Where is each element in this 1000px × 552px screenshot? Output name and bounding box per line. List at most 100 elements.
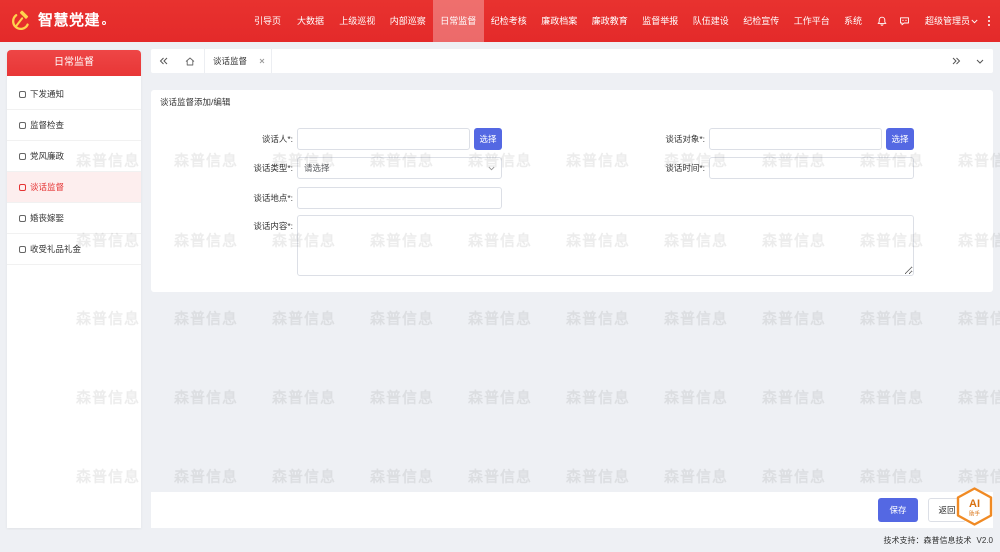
form-action-bar: 保存 返回 <box>151 492 993 528</box>
ai-badge-title: AI <box>969 498 980 510</box>
footer-text: 技术支持：森普信息技术 V2.0 <box>884 530 993 552</box>
nav-item-team-building[interactable]: 队伍建设 <box>686 0 737 42</box>
tab-label: 谈话监督 <box>213 56 248 66</box>
talk-time-label: 谈话时间*: <box>665 163 705 173</box>
watermark-text: 森普信息 <box>663 310 729 328</box>
talk-type-label: 谈话类型*: <box>253 163 293 173</box>
tech-support-text: 技术支持：森普信息技术 <box>883 536 972 545</box>
nav-item-work-platform[interactable]: 工作平台 <box>787 0 838 42</box>
sidebar-item-label: 监督检查 <box>30 120 65 130</box>
party-emblem-icon <box>12 10 29 30</box>
nav-item-system[interactable]: 系统 <box>837 0 869 42</box>
home-icon <box>185 57 195 65</box>
square-outline-icon <box>19 245 26 253</box>
tab-bar: 谈话监督 <box>151 49 993 73</box>
watermark-text: 森普信息 <box>958 310 1000 328</box>
watermark-text: 森普信息 <box>859 468 925 486</box>
watermark-text: 森普信息 <box>565 389 631 407</box>
top-navbar: 智慧党建 引导页 大数据 上级巡视 内部巡察 日常监督 纪检考核 廉政档案 廉政… <box>0 0 1000 42</box>
talker-label: 谈话人*: <box>261 134 293 144</box>
bell-icon[interactable] <box>877 16 887 26</box>
square-outline-icon <box>19 121 26 129</box>
watermark-text: 森普信息 <box>173 468 239 486</box>
nav-item-integrity-archive[interactable]: 廉政档案 <box>534 0 585 42</box>
watermark-text: 森普信息 <box>761 389 827 407</box>
version-text: V2.0 <box>976 536 993 545</box>
more-vertical-icon[interactable] <box>987 15 991 27</box>
talk-place-input[interactable] <box>297 187 502 209</box>
watermark-text: 森普信息 <box>859 389 925 407</box>
talker-input[interactable] <box>297 128 470 150</box>
user-name[interactable]: 超级管理员 <box>925 0 970 42</box>
watermark-text: 森普信息 <box>565 468 631 486</box>
double-chevron-right-icon <box>952 57 960 65</box>
sidebar-item-talk-supervision[interactable]: 谈话监督 <box>7 172 141 203</box>
watermark-text: 森普信息 <box>761 310 827 328</box>
watermark-text: 森普信息 <box>663 468 729 486</box>
select-placeholder: 请选择 <box>304 163 330 173</box>
chevron-down-icon <box>488 166 495 171</box>
close-icon[interactable] <box>259 58 265 64</box>
watermark-text: 森普信息 <box>467 310 533 328</box>
sidebar-item-label: 收受礼品礼金 <box>30 244 82 254</box>
talk-target-select-button[interactable]: 选择 <box>886 128 914 150</box>
footer: 技术支持：森普信息技术 V2.0 <box>0 530 1000 552</box>
sidebar-menu: 下发通知 监督检查 党风廉政 谈话监督 婚丧嫁娶 收受礼品礼金 <box>7 79 141 265</box>
square-outline-icon <box>19 183 26 191</box>
watermark-text: 森普信息 <box>565 310 631 328</box>
chat-icon[interactable] <box>899 16 910 26</box>
ai-assistant-badge[interactable]: AI 助手 <box>956 487 993 526</box>
scroll-tabs-right-button[interactable] <box>949 49 963 73</box>
sidebar-item-issue-notice[interactable]: 下发通知 <box>7 79 141 110</box>
sidebar-item-gifts-received[interactable]: 收受礼品礼金 <box>7 234 141 265</box>
talk-type-select[interactable]: 请选择 <box>297 157 502 179</box>
watermark-text: 森普信息 <box>958 468 1000 486</box>
tab-talk-supervision[interactable]: 谈话监督 <box>204 49 272 73</box>
nav-item-internal-inspection[interactable]: 内部巡察 <box>383 0 434 42</box>
watermark-text: 森普信息 <box>271 389 337 407</box>
ai-badge-subtitle: 助手 <box>969 510 981 518</box>
talk-place-label: 谈话地点*: <box>253 193 293 203</box>
talk-content-label: 谈话内容*: <box>253 221 293 231</box>
watermark-text: 森普信息 <box>369 468 435 486</box>
sidebar-title: 日常监督 <box>7 50 141 76</box>
nav-item-superior-inspection[interactable]: 上级巡视 <box>332 0 383 42</box>
sidebar-item-label: 下发通知 <box>30 89 65 99</box>
sidebar-item-supervision-check[interactable]: 监督检查 <box>7 110 141 141</box>
talk-target-input[interactable] <box>709 128 882 150</box>
watermark-text: 森普信息 <box>271 310 337 328</box>
watermark-text: 森普信息 <box>369 310 435 328</box>
sidebar-item-label: 谈话监督 <box>30 182 65 192</box>
sidebar-item-party-conduct[interactable]: 党风廉政 <box>7 141 141 172</box>
talker-select-button[interactable]: 选择 <box>474 128 502 150</box>
tab-menu-button[interactable] <box>974 49 986 73</box>
talk-target-label: 谈话对象*: <box>665 134 705 144</box>
watermark-text: 森普信息 <box>467 389 533 407</box>
sidebar-item-weddings-funerals[interactable]: 婚丧嫁娶 <box>7 203 141 234</box>
chevron-down-icon[interactable] <box>971 19 978 24</box>
nav-item-supervision-report[interactable]: 监督举报 <box>635 0 686 42</box>
nav-item-big-data[interactable]: 大数据 <box>289 0 332 42</box>
scroll-tabs-left-button[interactable] <box>157 49 169 73</box>
home-tab[interactable] <box>183 49 197 73</box>
watermark-text: 森普信息 <box>271 468 337 486</box>
nav-item-guide[interactable]: 引导页 <box>246 0 289 42</box>
nav-item-discipline-publicity[interactable]: 纪检宣传 <box>736 0 787 42</box>
watermark-text: 森普信息 <box>761 468 827 486</box>
form-title: 谈话监督添加/编辑 <box>160 97 231 107</box>
square-outline-icon <box>19 90 26 98</box>
chevron-down-icon <box>976 59 984 64</box>
square-outline-icon <box>19 152 26 160</box>
watermark-text: 森普信息 <box>173 389 239 407</box>
nav-item-discipline-assessment[interactable]: 纪检考核 <box>484 0 535 42</box>
talk-content-textarea[interactable] <box>297 215 914 276</box>
square-outline-icon <box>19 214 26 222</box>
trademark-dot-icon <box>102 20 107 25</box>
nav-item-integrity-education[interactable]: 廉政教育 <box>585 0 636 42</box>
talk-time-input[interactable] <box>709 157 914 179</box>
save-button[interactable]: 保存 <box>878 498 918 522</box>
brand[interactable]: 智慧党建 <box>10 10 107 32</box>
watermark-text: 森普信息 <box>958 389 1000 407</box>
nav-item-daily-supervision[interactable]: 日常监督 <box>433 0 484 42</box>
watermark-text: 森普信息 <box>173 310 239 328</box>
